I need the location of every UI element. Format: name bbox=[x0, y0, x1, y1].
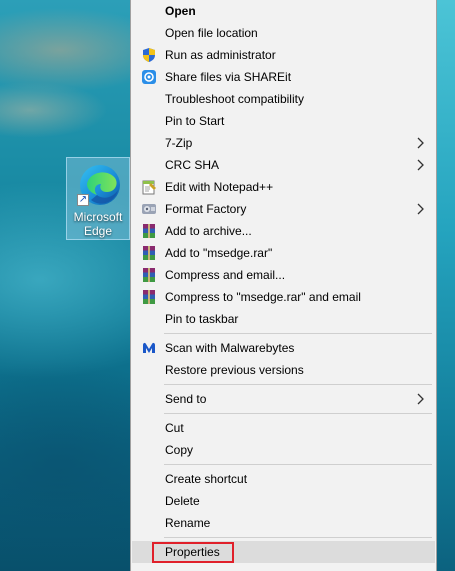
menu-item-crc-sha[interactable]: CRC SHA bbox=[132, 154, 435, 176]
menu-item-label: Cut bbox=[165, 421, 184, 435]
format-factory-icon bbox=[142, 204, 156, 214]
malwarebytes-icon bbox=[143, 342, 155, 353]
winrar-icon bbox=[143, 246, 155, 260]
winrar-icon bbox=[143, 268, 155, 282]
menu-item-label: Rename bbox=[165, 516, 211, 530]
menu-item-label: CRC SHA bbox=[165, 158, 220, 172]
menu-item-label: Run as administrator bbox=[165, 48, 276, 62]
menu-item-troubleshoot-compatibility[interactable]: Troubleshoot compatibility bbox=[132, 88, 435, 110]
menu-item-label: Pin to Start bbox=[165, 114, 225, 128]
menu-item-label: Format Factory bbox=[165, 202, 247, 216]
menu-item-pin-to-start[interactable]: Pin to Start bbox=[132, 110, 435, 132]
menu-item-delete[interactable]: Delete bbox=[132, 490, 435, 512]
menu-item-format-factory[interactable]: Format Factory bbox=[132, 198, 435, 220]
chevron-right-icon bbox=[417, 137, 424, 149]
menu-item-add-to-msedge-rar[interactable]: Add to "msedge.rar" bbox=[132, 242, 435, 264]
menu-item-scan-malwarebytes[interactable]: Scan with Malwarebytes bbox=[132, 337, 435, 359]
menu-item-restore-previous-versions[interactable]: Restore previous versions bbox=[132, 359, 435, 381]
menu-item-label: 7-Zip bbox=[165, 136, 193, 150]
menu-item-label: Edit with Notepad++ bbox=[165, 180, 274, 194]
winrar-icon bbox=[143, 224, 155, 238]
menu-item-label: Delete bbox=[165, 494, 200, 508]
menu-item-edit-notepad-plus[interactable]: Edit with Notepad++ bbox=[132, 176, 435, 198]
shortcut-arrow-icon: ↗ bbox=[77, 194, 89, 206]
menu-item-open[interactable]: Open bbox=[132, 0, 435, 22]
menu-separator bbox=[164, 464, 432, 465]
menu-item-label: Send to bbox=[165, 392, 207, 406]
menu-separator bbox=[164, 384, 432, 385]
menu-item-label: Add to "msedge.rar" bbox=[165, 246, 273, 260]
menu-item-label: Compress to "msedge.rar" and email bbox=[165, 290, 361, 304]
menu-item-rename[interactable]: Rename bbox=[132, 512, 435, 534]
menu-item-copy[interactable]: Copy bbox=[132, 439, 435, 461]
desktop-background-right bbox=[437, 0, 455, 571]
menu-item-label: Copy bbox=[165, 443, 194, 457]
menu-item-label: Add to archive... bbox=[165, 224, 252, 238]
shortcut-label: Microsoft Edge bbox=[73, 210, 123, 238]
menu-item-label: Restore previous versions bbox=[165, 363, 304, 377]
menu-item-7zip[interactable]: 7-Zip bbox=[132, 132, 435, 154]
shareit-icon bbox=[142, 70, 156, 84]
menu-separator bbox=[164, 537, 432, 538]
context-menu: Open Open file location Run as administr… bbox=[130, 0, 437, 571]
menu-item-cut[interactable]: Cut bbox=[132, 417, 435, 439]
menu-item-pin-to-taskbar[interactable]: Pin to taskbar bbox=[132, 308, 435, 330]
menu-separator bbox=[164, 413, 432, 414]
menu-item-label: Open file location bbox=[165, 26, 258, 40]
menu-item-create-shortcut[interactable]: Create shortcut bbox=[132, 468, 435, 490]
menu-item-run-as-administrator[interactable]: Run as administrator bbox=[132, 44, 435, 66]
menu-item-label: Pin to taskbar bbox=[165, 312, 239, 326]
menu-item-label: Open bbox=[165, 4, 196, 18]
menu-item-label: Troubleshoot compatibility bbox=[165, 92, 304, 106]
menu-item-compress-and-email[interactable]: Compress and email... bbox=[132, 264, 435, 286]
menu-item-label: Compress and email... bbox=[165, 268, 286, 282]
edge-shortcut[interactable]: ↗ Microsoft Edge bbox=[66, 157, 130, 240]
menu-item-open-file-location[interactable]: Open file location bbox=[132, 22, 435, 44]
chevron-right-icon bbox=[417, 159, 424, 171]
menu-item-properties[interactable]: Properties bbox=[132, 541, 435, 563]
chevron-right-icon bbox=[417, 203, 424, 215]
menu-item-share-shareit[interactable]: Share files via SHAREit bbox=[132, 66, 435, 88]
menu-item-label: Scan with Malwarebytes bbox=[165, 341, 295, 355]
menu-item-add-to-archive[interactable]: Add to archive... bbox=[132, 220, 435, 242]
menu-item-label: Create shortcut bbox=[165, 472, 248, 486]
menu-item-compress-to-rar-and-email[interactable]: Compress to "msedge.rar" and email bbox=[132, 286, 435, 308]
menu-item-label: Share files via SHAREit bbox=[165, 70, 292, 84]
shield-icon bbox=[143, 48, 155, 62]
menu-separator bbox=[164, 333, 432, 334]
menu-item-send-to[interactable]: Send to bbox=[132, 388, 435, 410]
notepad-plus-icon bbox=[142, 180, 156, 195]
chevron-right-icon bbox=[417, 393, 424, 405]
winrar-icon bbox=[143, 290, 155, 304]
menu-item-label: Properties bbox=[165, 545, 220, 559]
